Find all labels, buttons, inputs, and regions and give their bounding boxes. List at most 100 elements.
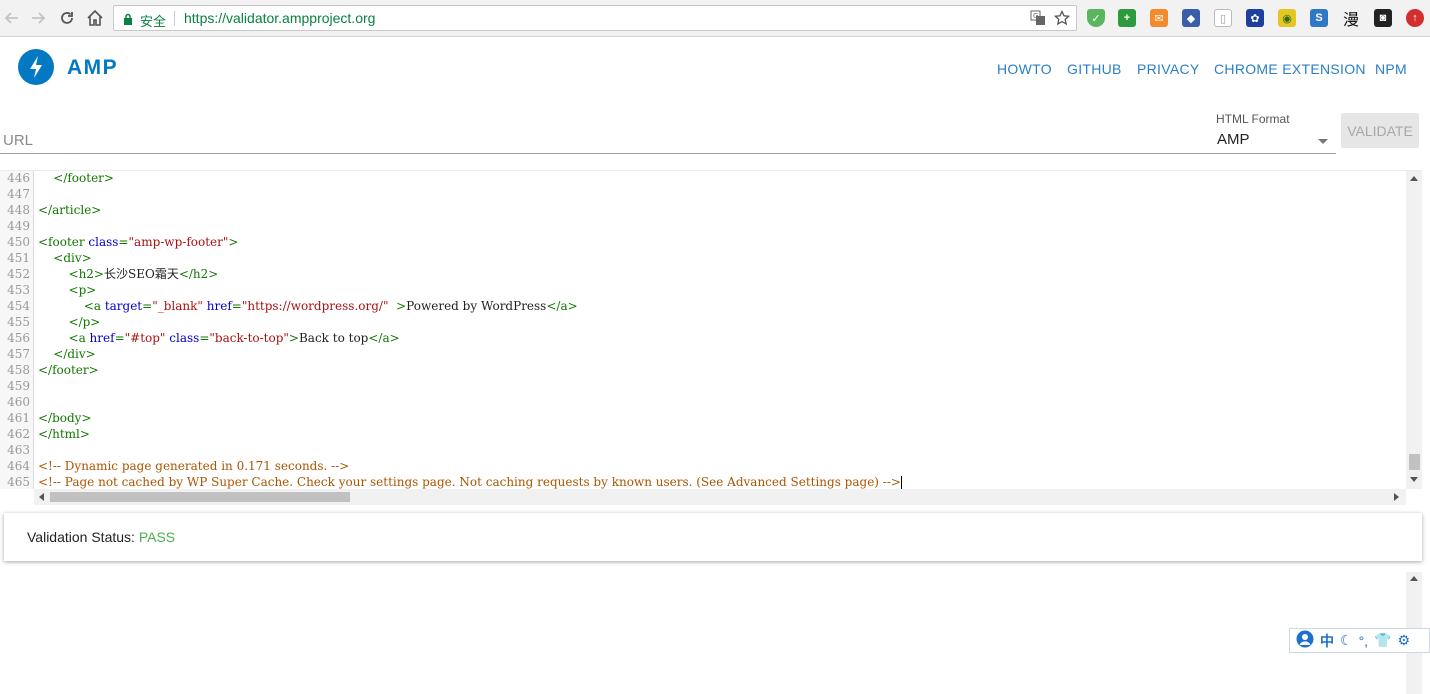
code-token: <!-- Dynamic page generated in 0.171 sec…	[38, 459, 350, 473]
line-number: 463	[7, 443, 30, 457]
scroll-right-arrow-icon[interactable]	[1394, 493, 1399, 501]
validate-button[interactable]: VALIDATE	[1341, 113, 1419, 148]
code-token: </body>	[38, 411, 92, 425]
validation-status-label: Validation Status:	[27, 529, 135, 545]
line-number: 452	[7, 267, 30, 281]
code-text: <a target="_blank" href="https://wordpre…	[38, 298, 578, 314]
code-text: <!-- Dynamic page generated in 0.171 sec…	[38, 458, 349, 474]
manga-extension-icon[interactable]: 漫	[1342, 9, 1360, 29]
code-token: =	[199, 331, 210, 345]
code-token: "amp-wp-footer"	[128, 235, 229, 249]
nav-github[interactable]: GITHUB	[1067, 61, 1122, 77]
code-line: 462 </html>	[0, 426, 1400, 442]
code-editor[interactable]: 446 </footer> 447 448 </article> 449 450 <foot…	[0, 170, 1422, 505]
punctuation-icon[interactable]: °,	[1359, 633, 1369, 649]
nav-chrome-extension[interactable]: CHROME EXTENSION	[1214, 61, 1366, 77]
code-line: 453 <p>	[0, 282, 1400, 298]
secure-label: 安全	[140, 15, 167, 30]
arrow-up-extension-icon[interactable]: ↑	[1406, 9, 1424, 27]
code-line: 446 </footer>	[0, 170, 1400, 186]
code-token: </a>	[368, 331, 400, 345]
code-line: 456 <a href="#top" class="back-to-top">B…	[0, 330, 1400, 346]
user-icon[interactable]	[1296, 630, 1314, 651]
code-token: </h2>	[178, 267, 219, 281]
url-input-underline	[0, 153, 1336, 154]
scroll-up-arrow-icon[interactable]	[1410, 576, 1418, 581]
scrollbar-thumb[interactable]	[50, 492, 350, 502]
code-token: <div>	[53, 251, 92, 265]
code-text: </div>	[38, 346, 96, 362]
mask-extension-icon[interactable]: ◙	[1374, 9, 1392, 27]
line-number: 453	[7, 283, 30, 297]
code-token: <a	[68, 331, 90, 345]
line-number: 449	[7, 219, 30, 233]
code-line: 450 <footer class="amp-wp-footer">	[0, 234, 1400, 250]
page-extension-icon[interactable]: ▯	[1214, 9, 1232, 27]
ime-language-toggle[interactable]: 中	[1320, 631, 1334, 651]
s-extension-icon[interactable]: S	[1310, 9, 1328, 27]
scroll-down-arrow-icon[interactable]	[1410, 477, 1418, 482]
code-line: 457 </div>	[0, 346, 1400, 362]
editor-vertical-scrollbar[interactable]	[1406, 171, 1422, 489]
line-number: 455	[7, 315, 30, 329]
code-token: =	[118, 235, 129, 249]
code-token: >	[388, 299, 407, 313]
mail-extension-icon[interactable]: ✉	[1150, 9, 1168, 27]
lock-icon	[123, 12, 133, 30]
nav-npm[interactable]: NPM	[1375, 61, 1407, 77]
home-icon[interactable]	[85, 8, 105, 28]
code-token: </p>	[68, 315, 101, 329]
code-text: <a href="#top" class="back-to-top">Back …	[38, 330, 400, 346]
address-bar[interactable]: 安全 https://validator.ampproject.org G	[113, 5, 1077, 31]
code-token: "back-to-top"	[209, 331, 289, 345]
shirt-icon[interactable]: 👕	[1374, 632, 1391, 649]
line-number: 465	[7, 475, 30, 489]
coin-extension-icon[interactable]: ◉	[1278, 9, 1296, 27]
line-number: 451	[7, 251, 30, 265]
code-token: href	[89, 331, 115, 345]
code-token: =	[142, 299, 153, 313]
paw-extension-icon[interactable]: ✿	[1246, 9, 1264, 27]
url-input[interactable]: URL	[3, 132, 33, 149]
code-token: <h2>	[68, 267, 104, 281]
star-icon[interactable]	[1053, 9, 1071, 31]
code-line: 463	[0, 442, 1400, 458]
html-format-select[interactable]: AMP	[1217, 131, 1250, 148]
reload-icon[interactable]	[57, 8, 77, 28]
url-text[interactable]: https://validator.ampproject.org	[184, 10, 375, 26]
moon-icon[interactable]: ☾	[1340, 632, 1353, 649]
code-token: >	[228, 235, 239, 249]
line-number: 457	[7, 347, 30, 361]
chevron-down-icon[interactable]	[1318, 139, 1328, 144]
shield-extension-icon[interactable]: ✓	[1087, 9, 1105, 27]
scroll-up-arrow-icon[interactable]	[1410, 176, 1418, 181]
amp-logo-icon[interactable]	[18, 49, 54, 85]
editor-horizontal-scrollbar[interactable]	[34, 489, 1406, 505]
gear-icon[interactable]: ⚙	[1398, 632, 1411, 649]
code-line: 454 <a target="_blank" href="https://wor…	[0, 298, 1400, 314]
code-text: <p>	[38, 282, 97, 298]
code-token: =	[231, 299, 242, 313]
line-number: 462	[7, 427, 30, 441]
code-line: 452 <h2>长沙SEO霜天</h2>	[0, 266, 1400, 282]
code-token: class	[169, 331, 200, 345]
code-line: 461 </body>	[0, 410, 1400, 426]
translate-icon[interactable]: G	[1030, 10, 1046, 31]
puzzle-extension-icon[interactable]: ◆	[1182, 9, 1200, 27]
code-token: <a	[83, 299, 105, 313]
code-token: </footer>	[53, 171, 114, 185]
back-arrow-icon[interactable]	[2, 8, 22, 28]
scrollbar-thumb[interactable]	[1409, 454, 1420, 470]
nav-howto[interactable]: HOWTO	[997, 61, 1052, 77]
code-text: <div>	[38, 250, 92, 266]
code-token: </div>	[53, 347, 96, 361]
browser-toolbar: 安全 https://validator.ampproject.org G ✓ …	[0, 0, 1430, 37]
cross-extension-icon[interactable]: +	[1118, 9, 1136, 27]
line-number: 454	[7, 299, 30, 313]
nav-privacy[interactable]: PRIVACY	[1137, 61, 1200, 77]
line-number: 447	[7, 187, 30, 201]
forward-arrow-icon[interactable]	[28, 8, 48, 28]
code-token: "_blank"	[152, 299, 203, 313]
scroll-left-arrow-icon[interactable]	[39, 493, 44, 501]
amp-logo-text[interactable]: AMP	[67, 56, 118, 80]
